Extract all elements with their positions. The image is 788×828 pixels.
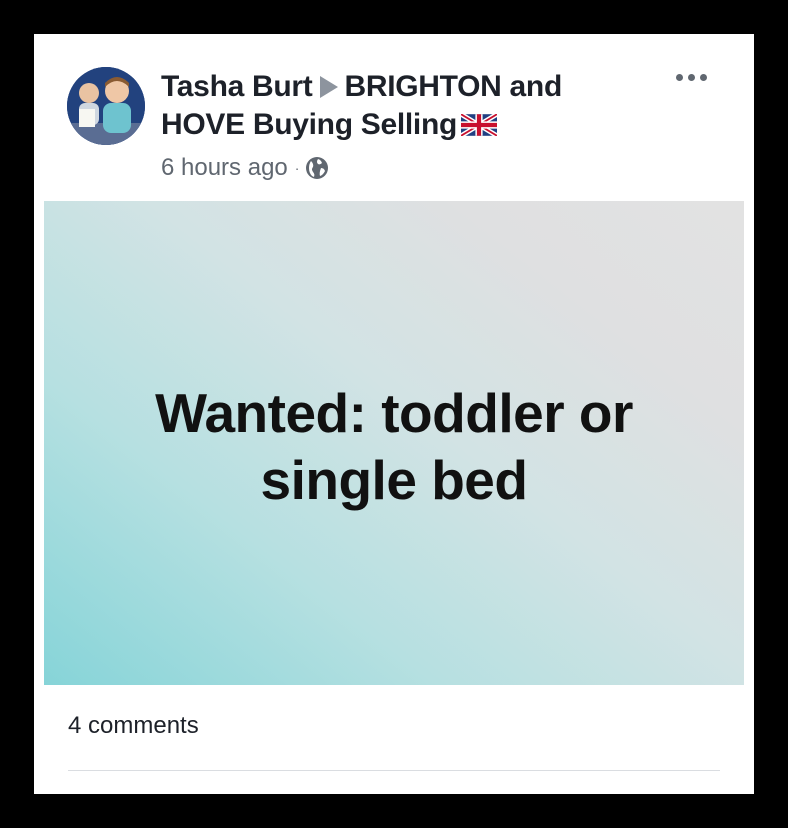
meta-separator: · [294, 160, 300, 176]
comments-count-link[interactable]: 4 comments [68, 712, 199, 740]
more-dot [676, 74, 683, 81]
avatar-photo [67, 67, 145, 145]
post-meta: 6 hours ago · [161, 153, 631, 183]
avatar[interactable] [67, 67, 145, 145]
post-banner[interactable]: Wanted: toddler or single bed [44, 201, 744, 685]
banner-line: Wanted: toddler or [155, 382, 633, 444]
banner-text: Wanted: toddler or single bed [114, 372, 674, 514]
author-name[interactable]: Tasha Burt [161, 70, 313, 103]
more-dot [688, 74, 695, 81]
post-header: Tasha Burt BRIGHTON and HOVE Buying Selli… [161, 68, 631, 183]
more-dot [700, 74, 707, 81]
post-title: Tasha Burt BRIGHTON and HOVE Buying Selli… [161, 68, 631, 146]
post-card: Tasha Burt BRIGHTON and HOVE Buying Selli… [34, 34, 754, 794]
post-timestamp[interactable]: 6 hours ago [161, 153, 288, 183]
divider [68, 770, 720, 771]
uk-flag-icon [459, 108, 499, 146]
more-options-icon[interactable] [672, 70, 711, 85]
share-arrow-icon [320, 76, 339, 98]
globe-icon [305, 156, 329, 180]
banner-line: single bed [260, 449, 529, 511]
